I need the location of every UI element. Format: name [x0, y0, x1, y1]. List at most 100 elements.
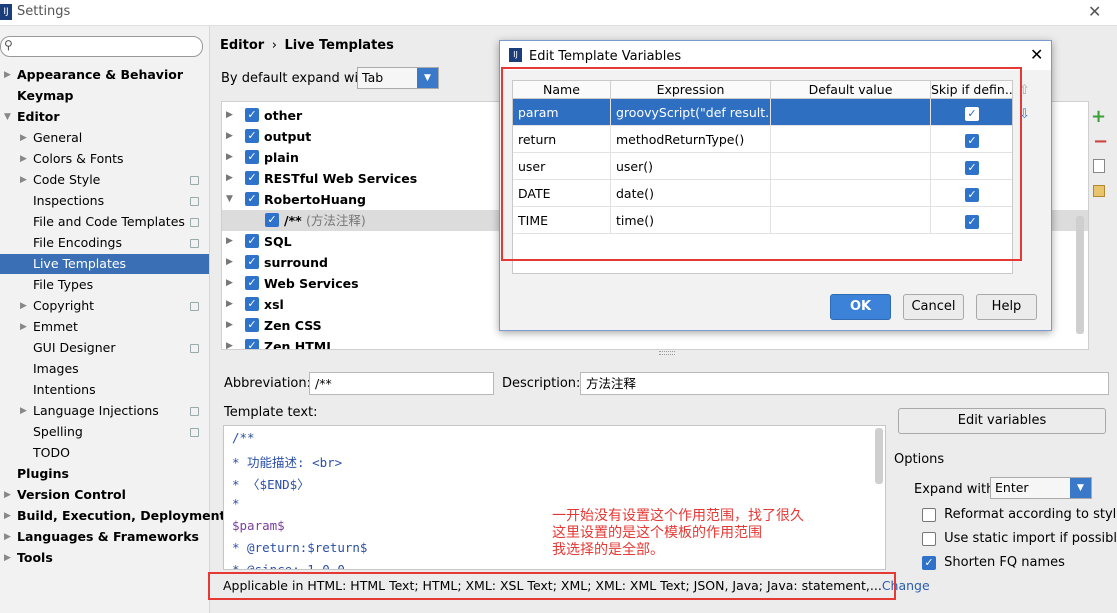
breadcrumb-separator: ›	[271, 38, 277, 53]
breadcrumb-parent[interactable]: Editor	[220, 38, 264, 53]
close-icon[interactable]: ✕	[1030, 45, 1043, 64]
project-settings-icon	[190, 239, 199, 248]
collapse-arrow-icon[interactable]: ▶	[4, 532, 11, 542]
static-import-checkbox[interactable]	[922, 531, 936, 546]
description-field[interactable]: 方法注释	[580, 372, 1109, 395]
template-checkbox[interactable]: ✓	[265, 213, 279, 227]
sidebar-item[interactable]: File Types	[33, 275, 93, 295]
chevron-down-icon[interactable]: ▼	[1070, 478, 1091, 498]
sidebar-item[interactable]: TODO	[33, 443, 70, 463]
collapse-arrow-icon[interactable]: ▶	[4, 553, 11, 563]
group-checkbox[interactable]: ✓	[245, 150, 259, 164]
collapse-arrow-icon[interactable]: ▶	[226, 147, 233, 168]
sidebar-item[interactable]: Code Style	[33, 170, 100, 190]
reformat-label: Reformat according to style	[944, 507, 1117, 522]
editor-scrollbar[interactable]	[875, 428, 883, 484]
group-checkbox[interactable]: ✓	[245, 297, 259, 311]
collapse-arrow-icon[interactable]: ▶	[226, 168, 233, 189]
expand-arrow-icon[interactable]: ▼	[226, 189, 233, 210]
collapse-arrow-icon[interactable]: ▶	[226, 126, 233, 147]
collapse-arrow-icon[interactable]: ▶	[226, 105, 233, 126]
group-checkbox[interactable]: ✓	[245, 108, 259, 122]
sidebar-item[interactable]: Spelling	[33, 422, 83, 442]
sidebar-item[interactable]: Languages & Frameworks	[17, 527, 199, 547]
group-checkbox[interactable]: ✓	[245, 255, 259, 269]
reformat-checkbox[interactable]	[922, 507, 936, 522]
template-desc: (方法注释)	[306, 213, 366, 228]
collapse-arrow-icon[interactable]: ▶	[20, 406, 27, 416]
collapse-arrow-icon[interactable]: ▶	[4, 511, 11, 521]
ok-button[interactable]: OK	[830, 294, 891, 320]
group-checkbox[interactable]: ✓	[245, 234, 259, 248]
description-label: Description:	[502, 376, 581, 391]
sidebar-item[interactable]: Version Control	[17, 485, 126, 505]
group-label: output	[264, 129, 312, 144]
sidebar-item[interactable]: Plugins	[17, 464, 69, 484]
collapse-arrow-icon[interactable]: ▶	[20, 133, 27, 143]
expand-with-select[interactable]: Enter ▼	[990, 477, 1092, 499]
sidebar-item[interactable]: Colors & Fonts	[33, 149, 124, 169]
group-checkbox[interactable]: ✓	[245, 192, 259, 206]
abbreviation-field[interactable]: /**	[309, 372, 494, 395]
list-scrollbar[interactable]	[1076, 216, 1084, 334]
sidebar-item[interactable]: Keymap	[17, 86, 74, 106]
annotation-note: 一开始没有设置这个作用范围，找了很久 这里设置的是这个模板的作用范围 我选择的是…	[552, 508, 804, 559]
close-icon[interactable]: ✕	[1088, 2, 1101, 21]
shorten-fq-label: Shorten FQ names	[944, 555, 1065, 570]
sidebar-item[interactable]: Emmet	[33, 317, 78, 337]
collapse-arrow-icon[interactable]: ▶	[226, 252, 233, 273]
copy-icon[interactable]	[1093, 159, 1105, 173]
collapse-arrow-icon[interactable]: ▶	[20, 322, 27, 332]
group-checkbox[interactable]: ✓	[245, 276, 259, 290]
static-import-label: Use static import if possible	[944, 531, 1117, 546]
search-input[interactable]: ⚲	[0, 36, 203, 57]
splitter-handle[interactable]	[659, 351, 675, 355]
expand-select[interactable]: Tab ▼	[357, 67, 439, 89]
sidebar-item[interactable]: File Encodings	[33, 233, 122, 253]
sidebar-item[interactable]: Tools	[17, 548, 53, 568]
template-group-icon[interactable]	[1093, 185, 1105, 197]
collapse-arrow-icon[interactable]: ▶	[226, 273, 233, 294]
sidebar-item[interactable]: Inspections	[33, 191, 104, 211]
shorten-fq-checkbox[interactable]: ✓	[922, 555, 936, 570]
sidebar-item[interactable]: Images	[33, 359, 79, 379]
sidebar-item[interactable]: Build, Execution, Deployment	[17, 506, 225, 526]
collapse-arrow-icon[interactable]: ▶	[20, 154, 27, 164]
template-line: /**	[232, 430, 255, 445]
group-checkbox[interactable]: ✓	[245, 339, 259, 349]
group-checkbox[interactable]: ✓	[245, 129, 259, 143]
collapse-arrow-icon[interactable]: ▶	[4, 70, 11, 80]
reformat-option[interactable]: Reformat according to style	[922, 507, 1117, 522]
sidebar-item[interactable]: Editor	[17, 107, 60, 127]
expand-arrow-icon[interactable]: ▼	[4, 112, 11, 122]
sidebar-item[interactable]: Intentions	[33, 380, 96, 400]
shorten-fq-option[interactable]: ✓ Shorten FQ names	[922, 555, 1065, 570]
sidebar-item[interactable]: Copyright	[33, 296, 94, 316]
static-import-option[interactable]: Use static import if possible	[922, 531, 1117, 546]
group-checkbox[interactable]: ✓	[245, 318, 259, 332]
sidebar-item[interactable]: File and Code Templates	[33, 212, 185, 232]
chevron-down-icon[interactable]: ▼	[417, 68, 438, 88]
collapse-arrow-icon[interactable]: ▶	[20, 301, 27, 311]
cancel-button[interactable]: Cancel	[903, 294, 964, 320]
sidebar-item[interactable]: Live Templates	[0, 254, 209, 274]
remove-icon[interactable]: −	[1093, 131, 1108, 152]
collapse-arrow-icon[interactable]: ▶	[4, 490, 11, 500]
window-titlebar: IJ Settings ✕	[0, 0, 1117, 26]
sidebar-item[interactable]: General	[33, 128, 82, 148]
sidebar-item-label: Spelling	[33, 424, 83, 439]
group-checkbox[interactable]: ✓	[245, 171, 259, 185]
collapse-arrow-icon[interactable]: ▶	[226, 336, 233, 349]
sidebar-item[interactable]: GUI Designer	[33, 338, 115, 358]
collapse-arrow-icon[interactable]: ▶	[226, 315, 233, 336]
help-button[interactable]: Help	[976, 294, 1037, 320]
collapse-arrow-icon[interactable]: ▶	[226, 294, 233, 315]
template-group-row[interactable]: ▶ ✓ Zen HTML	[222, 336, 1082, 349]
edit-variables-button[interactable]: Edit variables	[898, 408, 1106, 434]
template-line: * @since: 1.0.0	[232, 562, 345, 570]
sidebar-item[interactable]: Language Injections	[33, 401, 159, 421]
add-icon[interactable]: +	[1091, 106, 1106, 127]
collapse-arrow-icon[interactable]: ▶	[20, 175, 27, 185]
collapse-arrow-icon[interactable]: ▶	[226, 231, 233, 252]
sidebar-item[interactable]: Appearance & Behavior	[17, 65, 183, 85]
